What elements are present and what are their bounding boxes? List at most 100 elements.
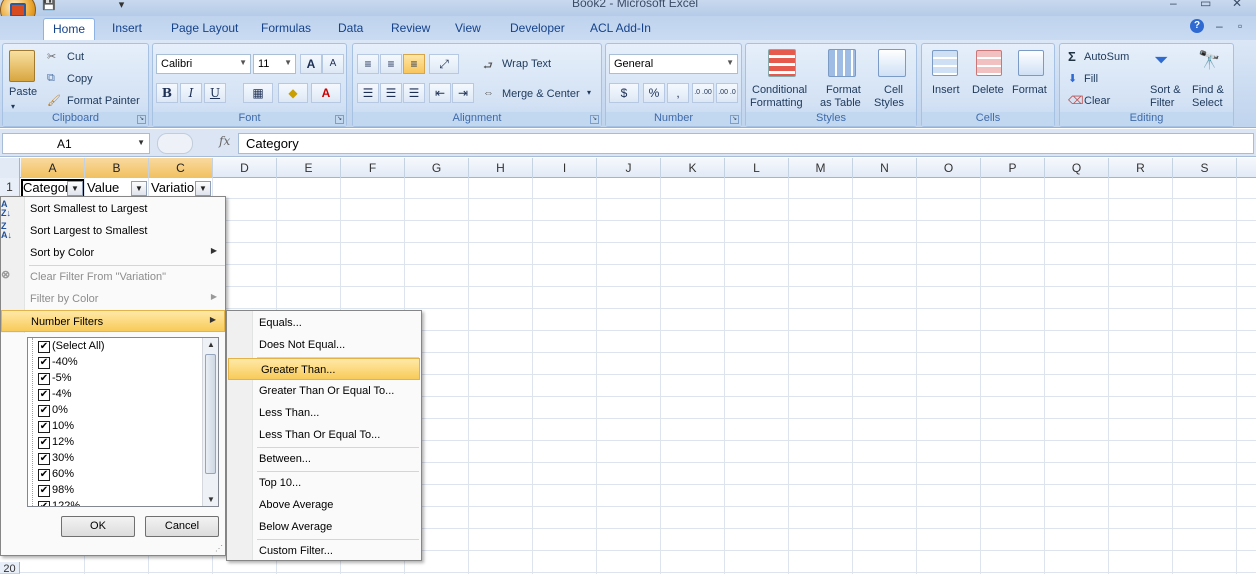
insert-cells-button[interactable]: Insert	[932, 84, 960, 96]
cell-styles-label-1[interactable]: Cell	[884, 84, 903, 96]
close-button[interactable]: ✕	[1232, 0, 1242, 10]
column-header-i[interactable]: I	[533, 158, 597, 178]
delete-cells-button[interactable]: Delete	[972, 84, 1004, 96]
align-right-button[interactable]: ☰	[403, 83, 425, 103]
column-header-h[interactable]: H	[469, 158, 533, 178]
find-select-label-2[interactable]: Select	[1192, 97, 1223, 109]
ok-button[interactable]: OK	[61, 516, 135, 537]
scroll-up-icon[interactable]: ▲	[207, 340, 215, 349]
column-header-k[interactable]: K	[661, 158, 725, 178]
format-painter-button[interactable]: Format Painter	[67, 95, 140, 107]
filter-value-item[interactable]: ✔ -4%	[38, 388, 72, 404]
column-header-g[interactable]: G	[405, 158, 469, 178]
italic-button[interactable]: I	[180, 83, 202, 103]
font-launcher-icon[interactable]: ↘	[335, 115, 344, 124]
list-scrollbar[interactable]: ▲ ▼	[202, 338, 218, 506]
column-header-p[interactable]: P	[981, 158, 1045, 178]
resize-grip-icon[interactable]: ⋰	[215, 544, 223, 553]
row-header-20[interactable]: 20	[0, 562, 20, 574]
filter-dropdown-a-icon[interactable]: ▼	[67, 181, 83, 196]
find-select-label-1[interactable]: Find &	[1192, 84, 1224, 96]
format-cells-button[interactable]: Format	[1012, 84, 1047, 96]
align-middle-button[interactable]: ≡	[380, 54, 402, 74]
align-bottom-button[interactable]: ≡	[403, 54, 425, 74]
number-filter-above-average[interactable]: Above Average	[227, 494, 421, 516]
checkbox-checked-icon[interactable]: ✔	[38, 357, 50, 369]
sort-smallest-to-largest[interactable]: Sort Smallest to Largest	[1, 198, 225, 220]
checkbox-checked-icon[interactable]: ✔	[38, 485, 50, 497]
sort-largest-to-smallest[interactable]: Sort Largest to Smallest	[1, 220, 225, 242]
bold-button[interactable]: B	[156, 83, 178, 103]
checkbox-checked-icon[interactable]: ✔	[38, 405, 50, 417]
scroll-thumb[interactable]	[205, 354, 216, 474]
column-header-c[interactable]: C	[149, 158, 213, 178]
filter-values-list[interactable]: ✔ (Select All) ✔ -40% ✔ -5% ✔ -4% ✔ 0% ✔ 10% ✔ 12% ✔ 30…	[27, 337, 219, 507]
currency-button[interactable]: $	[609, 83, 639, 103]
number-filter-greater-than[interactable]: Greater Than...	[228, 358, 420, 380]
number-filter-less-than-or-equal-to[interactable]: Less Than Or Equal To...	[227, 424, 421, 446]
align-left-button[interactable]: ☰	[357, 83, 379, 103]
filter-value-item[interactable]: ✔ 30%	[38, 452, 74, 468]
filter-value-item[interactable]: ✔ 60%	[38, 468, 74, 484]
shrink-font-button[interactable]: A	[322, 54, 344, 74]
column-header-r[interactable]: R	[1109, 158, 1173, 178]
insert-function-icon[interactable]: fx	[219, 134, 230, 148]
paste-dropdown-icon[interactable]: ▾	[11, 102, 15, 111]
conditional-formatting-label-1[interactable]: Conditional	[752, 84, 807, 96]
column-header-n[interactable]: N	[853, 158, 917, 178]
format-as-table-label-1[interactable]: Format	[826, 84, 861, 96]
clipboard-launcher-icon[interactable]: ↘	[137, 115, 146, 124]
checkbox-checked-icon[interactable]: ✔	[38, 373, 50, 385]
filter-value-item[interactable]: ✔ -40%	[38, 356, 78, 372]
tab-view[interactable]: View	[455, 21, 481, 35]
column-header-a[interactable]: A	[21, 158, 85, 178]
filter-dropdown-b-icon[interactable]: ▼	[131, 181, 147, 196]
tab-acl-add-in[interactable]: ACL Add-In	[590, 21, 651, 35]
tab-formulas[interactable]: Formulas	[261, 21, 311, 35]
checkbox-checked-icon[interactable]: ✔	[38, 421, 50, 433]
number-filters[interactable]: Number Filters ▶	[1, 310, 225, 332]
orientation-button[interactable]: ⤢	[429, 54, 459, 74]
workbook-restore-button[interactable]: ▫	[1238, 19, 1242, 33]
percent-button[interactable]: %	[643, 83, 665, 103]
column-header-b[interactable]: B	[85, 158, 149, 178]
wrap-text-button[interactable]: Wrap Text	[502, 58, 551, 70]
workbook-minimize-button[interactable]: –	[1216, 19, 1223, 33]
formula-expand-handle[interactable]	[157, 133, 193, 154]
name-box[interactable]: A1 ▼	[2, 133, 150, 154]
font-color-button[interactable]: A	[311, 83, 341, 103]
filter-value-item[interactable]: ✔ -5%	[38, 372, 72, 388]
save-icon[interactable]: 💾	[42, 0, 56, 11]
checkbox-checked-icon[interactable]: ✔	[38, 501, 50, 506]
align-top-button[interactable]: ≡	[357, 54, 379, 74]
number-format-combo[interactable]: General ▼	[609, 54, 738, 74]
column-header-f[interactable]: F	[341, 158, 405, 178]
align-center-button[interactable]: ☰	[380, 83, 402, 103]
tab-page-layout[interactable]: Page Layout	[171, 21, 238, 35]
tab-developer[interactable]: Developer	[510, 21, 565, 35]
column-header-o[interactable]: O	[917, 158, 981, 178]
scroll-down-icon[interactable]: ▼	[207, 495, 215, 504]
tab-review[interactable]: Review	[391, 21, 430, 35]
underline-button[interactable]: U	[204, 83, 226, 103]
filter-value-item[interactable]: ✔ 10%	[38, 420, 74, 436]
formula-input[interactable]: Category	[238, 133, 1254, 154]
number-filter-less-than[interactable]: Less Than...	[227, 402, 421, 424]
tab-home[interactable]: Home	[43, 18, 96, 40]
help-icon[interactable]: ?	[1190, 19, 1204, 33]
cut-button[interactable]: Cut	[67, 51, 84, 63]
column-header-q[interactable]: Q	[1045, 158, 1109, 178]
copy-button[interactable]: Copy	[67, 73, 93, 85]
checkbox-checked-icon[interactable]: ✔	[38, 453, 50, 465]
cell-styles-label-2[interactable]: Styles	[874, 97, 904, 109]
conditional-formatting-label-2[interactable]: Formatting	[750, 97, 803, 109]
clear-button[interactable]: Clear	[1084, 95, 1110, 107]
number-filter-greater-than-or-equal-to[interactable]: Greater Than Or Equal To...	[227, 380, 421, 402]
filter-value-item[interactable]: ✔ 98%	[38, 484, 74, 500]
column-header-s[interactable]: S	[1173, 158, 1237, 178]
checkbox-checked-icon[interactable]: ✔	[38, 389, 50, 401]
alignment-launcher-icon[interactable]: ↘	[590, 115, 599, 124]
comma-button[interactable]: ,	[667, 83, 689, 103]
number-filter-top-10[interactable]: Top 10...	[227, 472, 421, 494]
number-filter-custom-filter[interactable]: Custom Filter...	[227, 540, 421, 562]
